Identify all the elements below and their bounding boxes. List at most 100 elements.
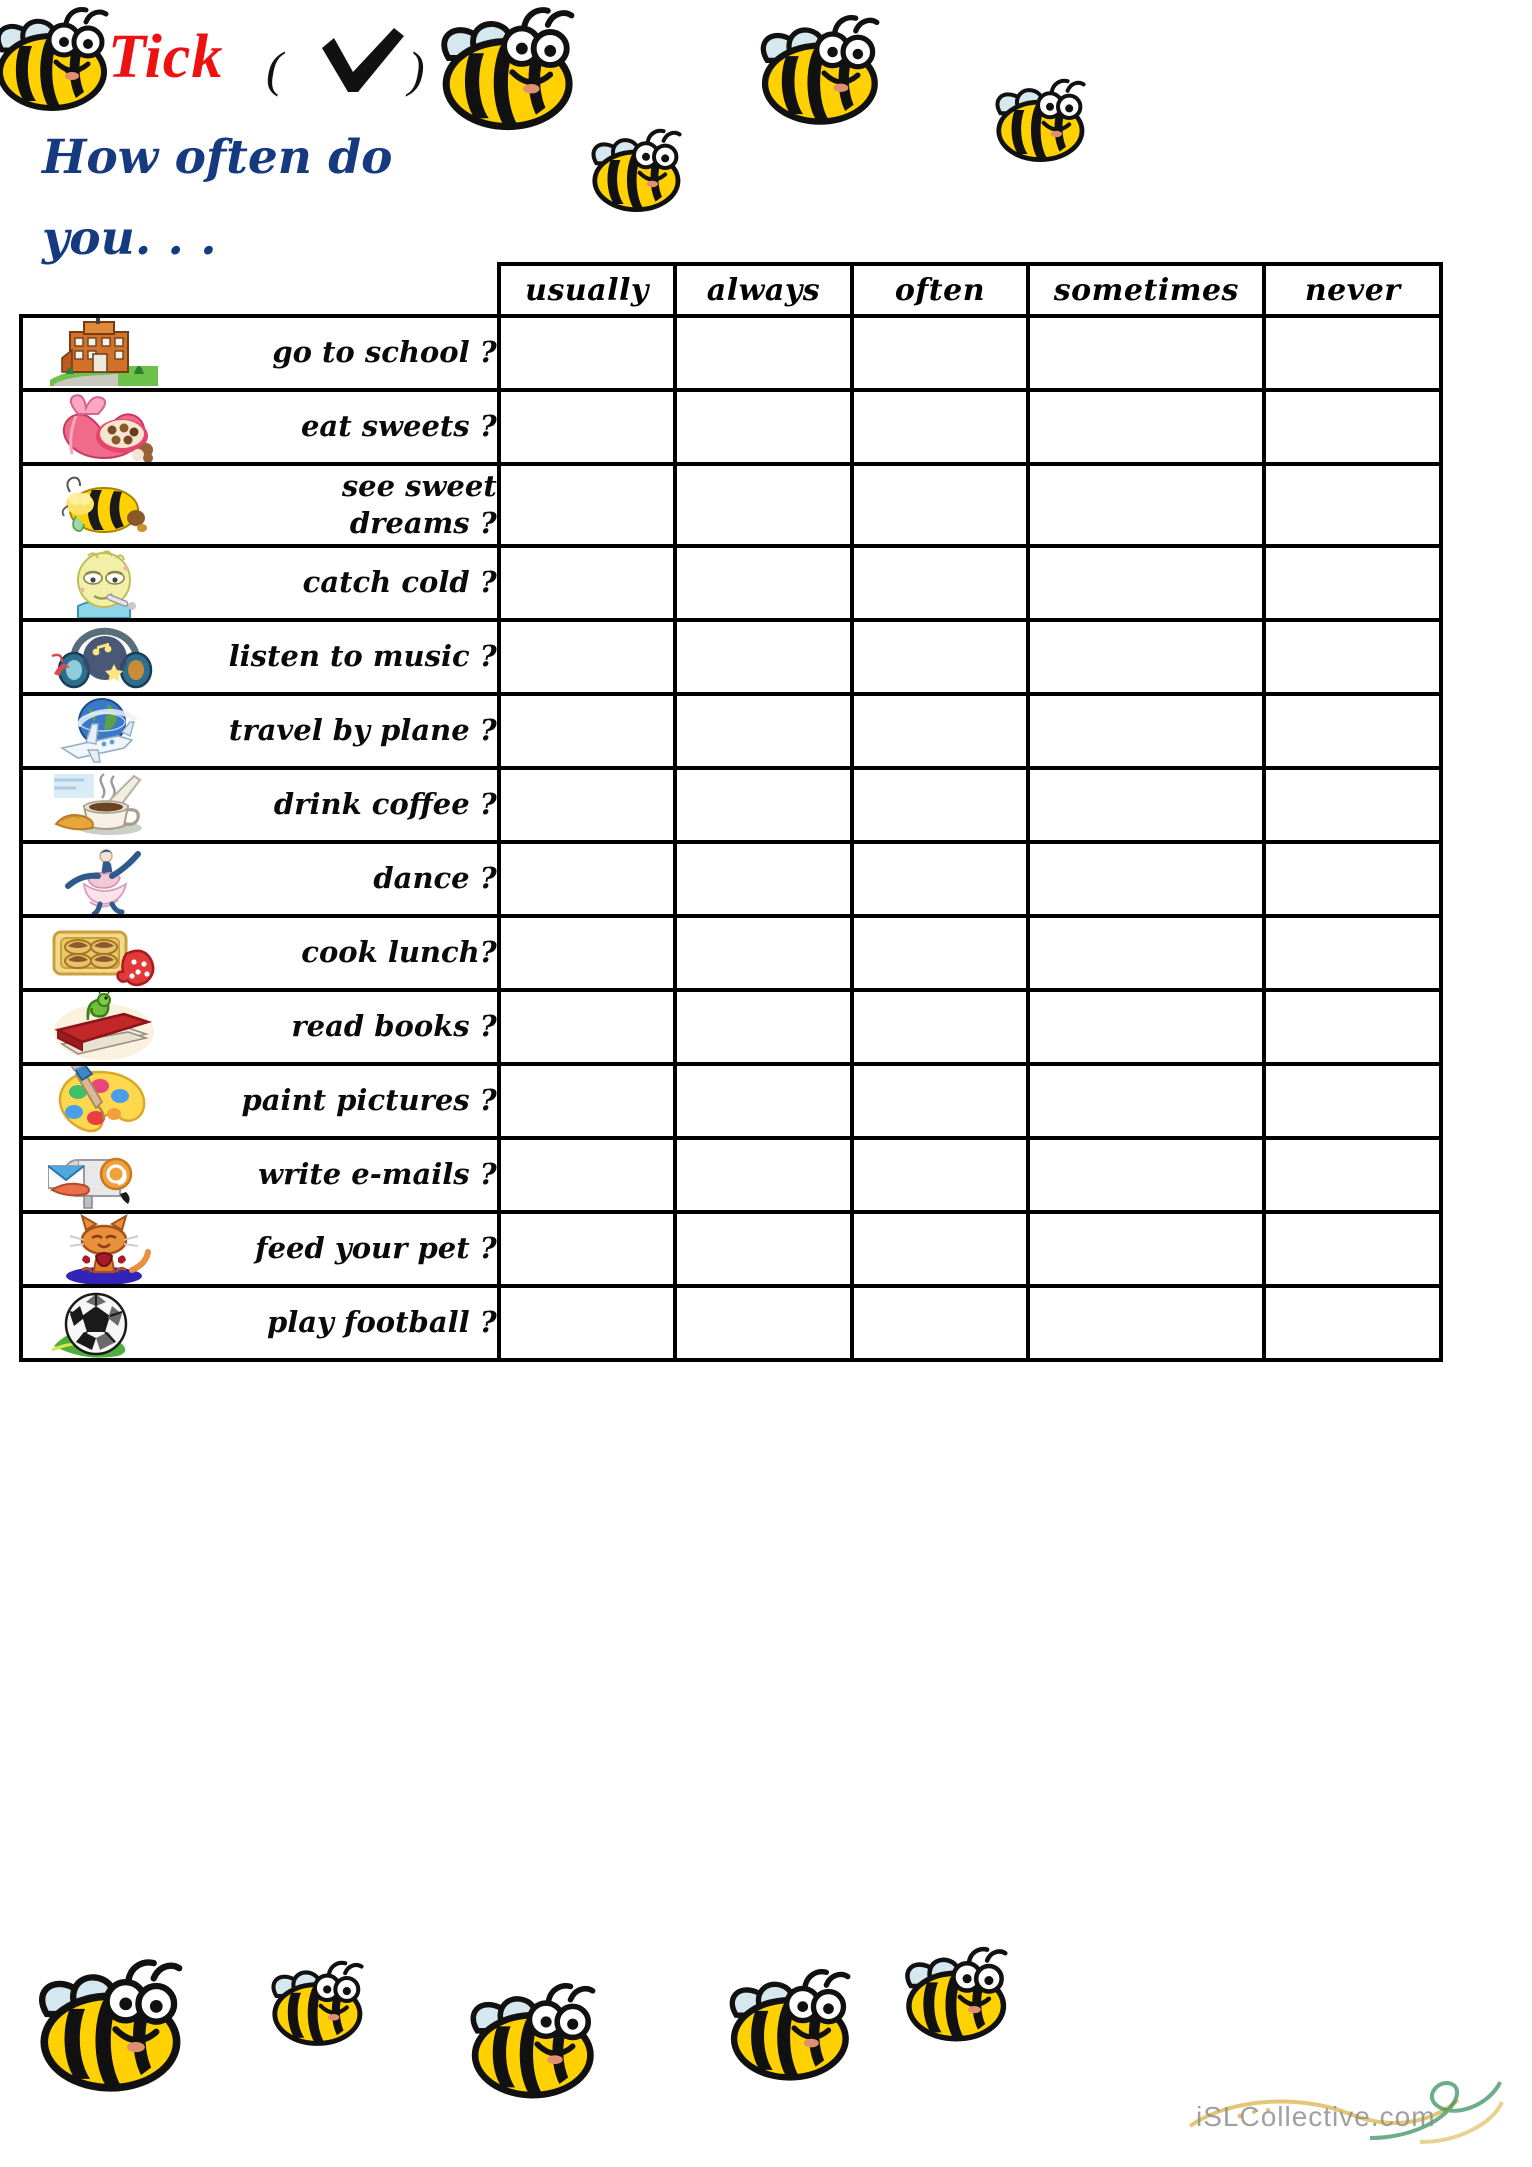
row-icon-cell — [19, 618, 186, 696]
answer-cell-always[interactable] — [673, 840, 854, 918]
row-icon-cell — [19, 1136, 186, 1214]
answer-cell-always[interactable] — [673, 914, 854, 992]
answer-cell-sometimes[interactable] — [1026, 314, 1267, 392]
answer-cell-usually[interactable] — [496, 388, 678, 466]
answer-cell-always[interactable] — [673, 544, 854, 622]
answer-cell-never[interactable] — [1262, 988, 1443, 1066]
answer-cell-always[interactable] — [673, 988, 854, 1066]
answer-cell-often[interactable] — [849, 914, 1031, 992]
answer-cell-always[interactable] — [673, 1062, 854, 1140]
answer-cell-sometimes[interactable] — [1026, 1284, 1267, 1362]
answer-cell-sometimes[interactable] — [1026, 462, 1267, 548]
box-of-chocolates-icon — [48, 392, 160, 462]
row-icon-cell — [19, 462, 186, 548]
answer-cell-sometimes[interactable] — [1026, 840, 1267, 918]
answer-cell-never[interactable] — [1262, 1062, 1443, 1140]
row-question-label: drink coffee ? — [185, 766, 501, 844]
answer-cell-often[interactable] — [849, 1210, 1031, 1288]
answer-cell-often[interactable] — [849, 1284, 1031, 1362]
answer-cell-never[interactable] — [1262, 314, 1443, 392]
check-mark-icon — [318, 26, 408, 96]
answer-cell-often[interactable] — [849, 1062, 1031, 1140]
answer-cell-usually[interactable] — [496, 618, 678, 696]
answer-cell-never[interactable] — [1262, 914, 1443, 992]
answer-cell-often[interactable] — [849, 840, 1031, 918]
answer-cell-always[interactable] — [673, 766, 854, 844]
table-row: paint pictures ? — [19, 1062, 1443, 1140]
answer-cell-often[interactable] — [849, 692, 1031, 770]
answer-cell-sometimes[interactable] — [1026, 1210, 1267, 1288]
answer-cell-usually[interactable] — [496, 1284, 678, 1362]
tick-paren-open: ( — [266, 41, 283, 97]
row-question-label: paint pictures ? — [185, 1062, 501, 1140]
answer-cell-sometimes[interactable] — [1026, 1062, 1267, 1140]
answer-cell-often[interactable] — [849, 766, 1031, 844]
row-icon-cell — [19, 544, 186, 622]
answer-cell-sometimes[interactable] — [1026, 988, 1267, 1066]
answer-cell-usually[interactable] — [496, 1062, 678, 1140]
answer-cell-usually[interactable] — [496, 314, 678, 392]
row-question-label: catch cold ? — [185, 544, 501, 622]
answer-cell-often[interactable] — [849, 544, 1031, 622]
answer-cell-sometimes[interactable] — [1026, 692, 1267, 770]
answer-cell-never[interactable] — [1262, 692, 1443, 770]
answer-cell-always[interactable] — [673, 314, 854, 392]
answer-cell-never[interactable] — [1262, 462, 1443, 548]
answer-cell-never[interactable] — [1262, 1136, 1443, 1214]
answer-cell-always[interactable] — [673, 1210, 854, 1288]
answer-cell-usually[interactable] — [496, 462, 678, 548]
answer-cell-never[interactable] — [1262, 1284, 1443, 1362]
row-question-label: write e-mails ? — [185, 1136, 501, 1214]
answer-cell-usually[interactable] — [496, 692, 678, 770]
answer-cell-always[interactable] — [673, 388, 854, 466]
table-row: read books ? — [19, 988, 1443, 1066]
answer-cell-never[interactable] — [1262, 618, 1443, 696]
row-icon-cell — [19, 1284, 186, 1362]
answer-cell-often[interactable] — [849, 388, 1031, 466]
row-question-label: read books ? — [185, 988, 501, 1066]
answer-cell-often[interactable] — [849, 1136, 1031, 1214]
answer-cell-usually[interactable] — [496, 1210, 678, 1288]
row-icon-cell — [19, 914, 186, 992]
answer-cell-always[interactable] — [673, 618, 854, 696]
answer-cell-never[interactable] — [1262, 766, 1443, 844]
table-row: go to school ? — [19, 314, 1443, 392]
paint-palette-brush-icon — [48, 1066, 160, 1136]
answer-cell-usually[interactable] — [496, 544, 678, 622]
answer-cell-often[interactable] — [849, 462, 1031, 548]
answer-cell-usually[interactable] — [496, 988, 678, 1066]
answer-cell-often[interactable] — [849, 988, 1031, 1066]
answer-cell-never[interactable] — [1262, 388, 1443, 466]
answer-cell-sometimes[interactable] — [1026, 1136, 1267, 1214]
answer-cell-never[interactable] — [1262, 1210, 1443, 1288]
row-icon-cell — [19, 1062, 186, 1140]
column-header-always: always — [673, 262, 854, 318]
tick-paren-close: ) — [408, 41, 425, 97]
answer-cell-usually[interactable] — [496, 1136, 678, 1214]
answer-cell-sometimes[interactable] — [1026, 388, 1267, 466]
answer-cell-usually[interactable] — [496, 914, 678, 992]
answer-cell-usually[interactable] — [496, 840, 678, 918]
instruction-prompt: How often do you. . . — [42, 130, 393, 266]
answer-cell-often[interactable] — [849, 314, 1031, 392]
row-icon-cell — [19, 766, 186, 844]
answer-cell-always[interactable] — [673, 692, 854, 770]
table-row: play football ? — [19, 1284, 1443, 1362]
book-with-worm-icon — [48, 992, 160, 1062]
answer-cell-always[interactable] — [673, 1284, 854, 1362]
baking-tray-oven-mitt-icon — [48, 918, 160, 988]
answer-cell-sometimes[interactable] — [1026, 544, 1267, 622]
page-title: Tick — [108, 23, 224, 91]
answer-cell-sometimes[interactable] — [1026, 914, 1267, 992]
table-row: catch cold ? — [19, 544, 1443, 622]
answer-cell-never[interactable] — [1262, 544, 1443, 622]
answer-cell-never[interactable] — [1262, 840, 1443, 918]
answer-cell-often[interactable] — [849, 618, 1031, 696]
answer-cell-sometimes[interactable] — [1026, 766, 1267, 844]
answer-cell-always[interactable] — [673, 1136, 854, 1214]
answer-cell-always[interactable] — [673, 462, 854, 548]
answer-cell-usually[interactable] — [496, 766, 678, 844]
answer-cell-sometimes[interactable] — [1026, 618, 1267, 696]
column-header-sometimes: sometimes — [1026, 262, 1267, 318]
school-building-icon — [48, 318, 160, 388]
